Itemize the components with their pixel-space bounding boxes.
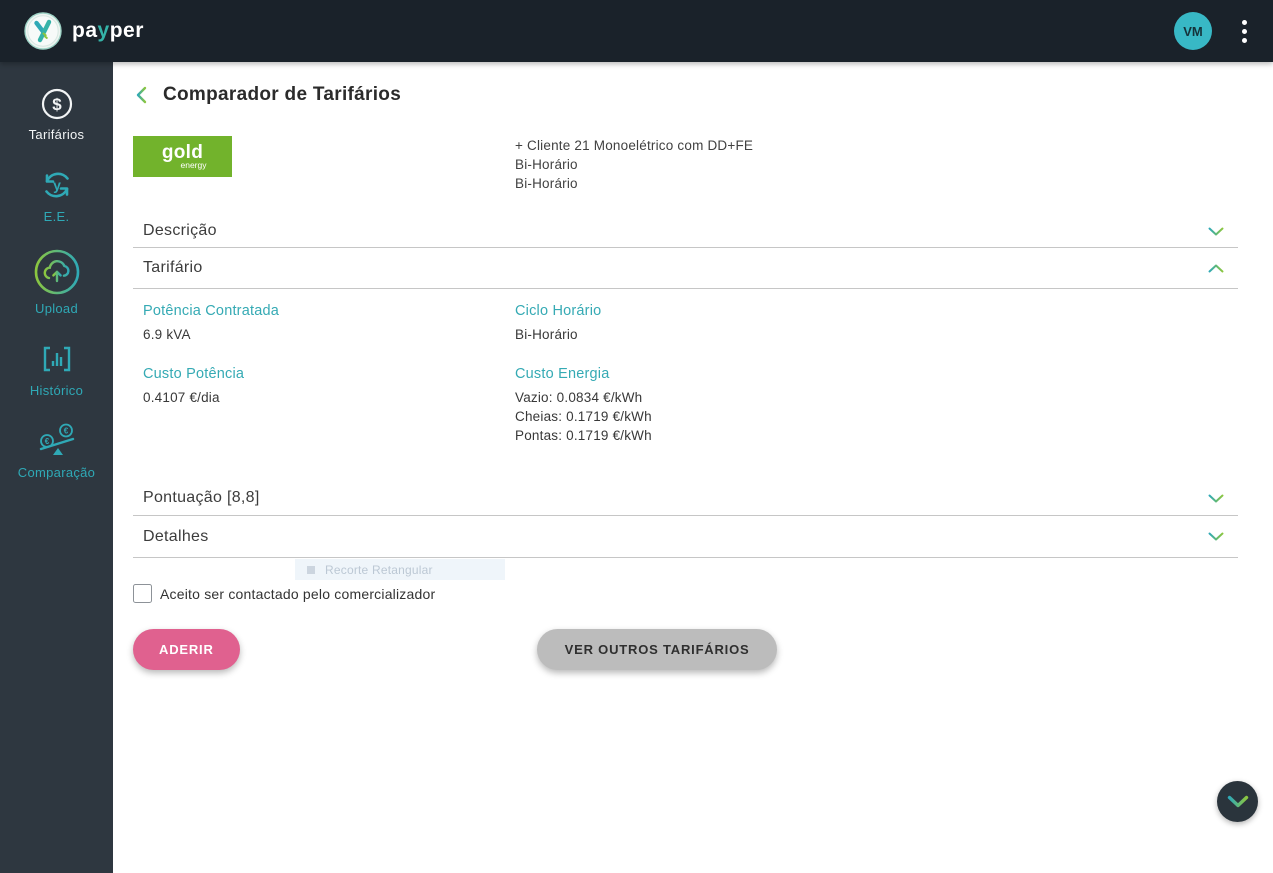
consent-checkbox[interactable] xyxy=(133,584,152,603)
balance-scale-icon: € € xyxy=(34,422,80,460)
snip-label: Recorte Retangular xyxy=(325,563,433,577)
brand-logo[interactable]: payper xyxy=(24,12,144,50)
provider-logo-sub: energy xyxy=(181,161,207,170)
field-custo-potencia: Custo Potência 0.4107 €/dia xyxy=(143,366,515,445)
sidebar-item-historico[interactable]: Histórico xyxy=(0,340,113,398)
sidebar-item-label: Tarifários xyxy=(29,127,85,142)
tariff-name: + Cliente 21 Monoelétrico com DD+FE xyxy=(515,136,753,155)
dollar-circle-icon: $ xyxy=(39,86,75,122)
chevron-down-icon xyxy=(1208,532,1224,541)
aderir-button[interactable]: ADERIR xyxy=(133,629,240,670)
sidebar-item-label: Histórico xyxy=(30,383,83,398)
section-label: Tarifário xyxy=(143,259,203,277)
chevron-down-icon xyxy=(1208,227,1224,236)
section-tarifario[interactable]: Tarifário xyxy=(133,248,1238,289)
sidebar-item-upload[interactable]: Upload xyxy=(0,248,113,316)
chevron-up-icon xyxy=(1208,264,1224,273)
sidebar-item-ee[interactable]: y E.E. xyxy=(0,166,113,224)
field-custo-energia: Custo Energia Vazio: 0.0834 €/kWh Cheias… xyxy=(515,366,1238,445)
consent-row: Aceito ser contactado pelo comercializad… xyxy=(133,584,1238,603)
sidebar-item-tarifarios[interactable]: $ Tarifários xyxy=(0,86,113,142)
provider-logo: gold energy xyxy=(133,136,232,177)
tariff-cycle-2: Bi-Horário xyxy=(515,174,753,193)
svg-text:y: y xyxy=(53,177,61,193)
scroll-down-fab[interactable] xyxy=(1217,781,1258,822)
chevron-down-circle-icon xyxy=(1227,795,1249,808)
field-value: 6.9 kVA xyxy=(143,325,515,344)
field-value: 0.4107 €/dia xyxy=(143,388,515,407)
chevron-down-icon xyxy=(1208,494,1224,503)
topbar: payper VM xyxy=(0,0,1273,62)
section-pontuacao[interactable]: Pontuação [8,8] xyxy=(133,481,1238,516)
ver-outros-tarifarios-button[interactable]: VER OUTROS TARIFÁRIOS xyxy=(537,629,778,670)
field-label: Ciclo Horário xyxy=(515,303,1238,319)
energy-cycle-icon: y xyxy=(38,166,76,204)
brand-wordmark: payper xyxy=(72,19,144,43)
tarifario-details: Potência Contratada 6.9 kVA Ciclo Horári… xyxy=(133,289,1238,481)
sidebar-item-comparacao[interactable]: € € Comparação xyxy=(0,422,113,480)
section-label: Detalhes xyxy=(143,528,209,546)
cloud-upload-icon xyxy=(33,248,81,296)
payper-logo-icon xyxy=(24,12,62,50)
field-label: Potência Contratada xyxy=(143,303,515,319)
snip-icon xyxy=(307,566,315,574)
accordion: Descrição Tarifário Potência Contratada … xyxy=(133,215,1238,558)
svg-text:€: € xyxy=(44,437,49,446)
snip-overlay-artifact: Recorte Retangular xyxy=(295,559,505,580)
provider-summary: gold energy + Cliente 21 Monoelétrico co… xyxy=(133,136,1238,193)
section-descricao[interactable]: Descrição xyxy=(133,215,1238,248)
field-value-vazio: Vazio: 0.0834 €/kWh xyxy=(515,388,1238,407)
section-detalhes[interactable]: Detalhes xyxy=(133,516,1238,558)
sidebar-item-label: Comparação xyxy=(18,465,95,480)
topbar-actions: VM xyxy=(1174,12,1251,50)
sidebar-item-label: E.E. xyxy=(44,209,70,224)
svg-text:$: $ xyxy=(52,95,62,114)
bar-chart-icon xyxy=(37,340,77,378)
tariff-cycle: Bi-Horário xyxy=(515,155,753,174)
field-ciclo-horario: Ciclo Horário Bi-Horário xyxy=(515,303,1238,344)
field-value-cheias: Cheias: 0.1719 €/kWh xyxy=(515,407,1238,426)
action-buttons: ADERIR VER OUTROS TARIFÁRIOS xyxy=(133,629,1238,670)
app-root: payper VM $ Tarifários y E.E. xyxy=(0,0,1273,873)
field-label: Custo Potência xyxy=(143,366,515,382)
field-label: Custo Energia xyxy=(515,366,1238,382)
chevron-left-icon xyxy=(135,86,147,104)
section-label: Pontuação [8,8] xyxy=(143,489,260,507)
sidebar: $ Tarifários y E.E. Upload xyxy=(0,62,113,873)
page-header: Comparador de Tarifários xyxy=(133,82,1238,108)
sidebar-item-label: Upload xyxy=(35,301,78,316)
main-content: Comparador de Tarifários gold energy + C… xyxy=(113,62,1273,873)
consent-label: Aceito ser contactado pelo comercializad… xyxy=(160,586,435,602)
kebab-menu-icon[interactable] xyxy=(1238,16,1251,47)
field-potencia-contratada: Potência Contratada 6.9 kVA xyxy=(143,303,515,344)
page-title: Comparador de Tarifários xyxy=(163,84,401,106)
field-value-pontas: Pontas: 0.1719 €/kWh xyxy=(515,426,1238,445)
back-button[interactable] xyxy=(133,84,149,106)
tariff-summary-lines: + Cliente 21 Monoelétrico com DD+FE Bi-H… xyxy=(515,136,753,193)
svg-text:€: € xyxy=(63,427,68,436)
avatar[interactable]: VM xyxy=(1174,12,1212,50)
field-value: Bi-Horário xyxy=(515,325,1238,344)
section-label: Descrição xyxy=(143,222,217,240)
